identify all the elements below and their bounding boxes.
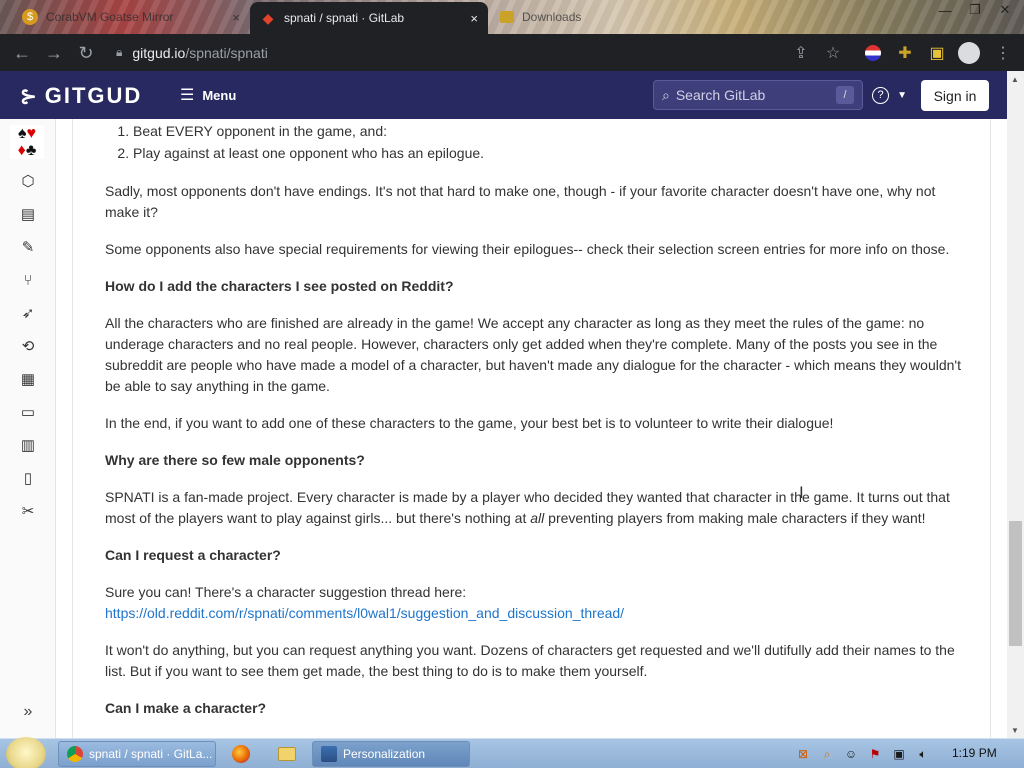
gitlab-icon: ◆ xyxy=(262,9,274,26)
chevron-down-icon: ▼ xyxy=(897,90,908,101)
monitor-icon[interactable]: ▭ xyxy=(17,401,39,423)
wiki-book-icon[interactable]: ▯ xyxy=(17,467,39,489)
task-label: Personalization xyxy=(343,747,426,761)
tab-label: spnati / spnati · GitLab xyxy=(284,11,405,25)
logo-mark-icon: ⊱ xyxy=(20,85,39,108)
ci-cd-rocket-icon[interactable]: ➶ xyxy=(17,302,39,324)
task-personalization[interactable]: Personalization xyxy=(312,741,470,767)
url-host: gitgud.io xyxy=(132,44,186,61)
gitlab-header: ⊱ GITGUD ☰ Menu ⌕ Search GitLab / ? ▼ Si… xyxy=(0,71,1007,119)
url-path: /spnati/spnati xyxy=(185,44,268,61)
scroll-thumb[interactable] xyxy=(1009,521,1022,646)
address-bar[interactable]: 🔒︎ gitgud.io/spnati/spnati xyxy=(106,38,856,67)
profile-avatar-icon[interactable] xyxy=(954,38,984,67)
restore-icon[interactable]: ❐ xyxy=(960,0,990,20)
list-item: Beat EVERY opponent in the game, and: xyxy=(133,121,484,142)
reload-icon[interactable]: ↻ xyxy=(70,37,102,69)
sign-in-button[interactable]: Sign in xyxy=(921,80,989,111)
snippets-scissors-icon[interactable]: ✂ xyxy=(17,500,39,522)
search-placeholder: Search GitLab xyxy=(675,87,766,103)
menu-button[interactable]: ☰ Menu xyxy=(180,85,236,105)
merge-requests-icon[interactable]: ⑂ xyxy=(17,269,39,291)
start-button[interactable] xyxy=(6,737,46,768)
coin-icon: $ xyxy=(22,9,38,25)
tray-emoji-icon[interactable]: ☺ xyxy=(842,745,860,763)
windows-taskbar: spnati / spnati · GitLa... Personalizati… xyxy=(0,737,1024,768)
volume-icon[interactable]: 🔈︎ xyxy=(914,745,932,763)
hamburger-icon: ☰ xyxy=(180,87,195,104)
share-icon[interactable]: ⇪ xyxy=(786,38,816,67)
requirements-list: Beat EVERY opponent in the game, and: Pl… xyxy=(119,121,484,165)
text-cursor-icon: Ⅰ xyxy=(799,483,804,502)
packages-icon[interactable]: ▦ xyxy=(17,368,39,390)
paragraph: Sure you can! There's a character sugges… xyxy=(105,582,965,624)
taskbar-clock[interactable]: 1:19 PM xyxy=(952,746,997,760)
project-sidebar: ♠♥ ♦♣ ⬡ ▤ ✎ ⑂ ➶ ⟲ ▦ ▭ ▥ ▯ ✂ » xyxy=(0,119,56,738)
tab-gitlab-active[interactable]: ◆ spnati / spnati · GitLab × xyxy=(250,2,488,34)
paragraph: All the characters who are finished are … xyxy=(105,315,961,394)
help-dropdown[interactable]: ? ▼ xyxy=(872,85,907,104)
task-chrome[interactable]: spnati / spnati · GitLa... xyxy=(58,741,216,767)
bookmark-star-icon[interactable]: ☆ xyxy=(818,38,848,67)
paragraph: Sadly, most opponents don't have endings… xyxy=(105,183,936,220)
extension-flag-icon[interactable] xyxy=(858,38,888,67)
repository-icon[interactable]: ▤ xyxy=(17,203,39,225)
close-tab-icon[interactable]: × xyxy=(470,11,478,26)
issues-icon[interactable]: ✎ xyxy=(17,236,39,258)
network-icon[interactable]: ▣ xyxy=(890,745,908,763)
browser-tab-strip: $ CorabVM Goatse Mirror × ◆ spnati / spn… xyxy=(0,0,1024,34)
paragraph: Some opponents also have special require… xyxy=(105,241,950,257)
tab-downloads[interactable]: Downloads xyxy=(490,2,610,32)
more-menu-icon[interactable]: ⋮ xyxy=(988,38,1018,67)
search-icon: ⌕ xyxy=(662,86,670,103)
action-center-flag-icon[interactable]: ⚑ xyxy=(866,745,884,763)
tray-app-icon[interactable]: ⊠ xyxy=(794,745,812,763)
help-icon: ? xyxy=(872,86,889,104)
lock-icon: 🔒︎ xyxy=(116,45,123,59)
tray-search-icon[interactable]: ⌕ xyxy=(818,745,836,763)
menu-label: Menu xyxy=(202,87,237,103)
browser-toolbar: ← → ↻ 🔒︎ gitgud.io/spnati/spnati ⇪ ☆ ✚ ▣… xyxy=(0,34,1024,71)
expand-sidebar-icon[interactable]: » xyxy=(17,703,39,721)
suggestion-thread-link[interactable]: https://old.reddit.com/r/spnati/comments… xyxy=(105,605,624,621)
paragraph: It won't do anything, but you can reques… xyxy=(105,642,955,679)
text-run: Sure you can! There's a character sugges… xyxy=(105,584,467,600)
project-overview-icon[interactable]: ⬡ xyxy=(17,170,39,192)
tab-corabvm[interactable]: $ CorabVM Goatse Mirror × xyxy=(12,2,250,32)
faq-heading: Why are there so few male opponents? xyxy=(105,452,365,468)
project-avatar[interactable]: ♠♥ ♦♣ xyxy=(10,125,44,159)
text-run: preventing players from making male char… xyxy=(544,510,926,526)
file-explorer-icon[interactable] xyxy=(272,742,302,766)
close-tab-icon[interactable]: × xyxy=(232,10,240,25)
firefox-icon[interactable] xyxy=(226,742,256,766)
search-input[interactable]: ⌕ Search GitLab / xyxy=(653,80,863,110)
paragraph: SPNATI is a fan-made project. Every char… xyxy=(105,487,965,529)
forward-icon[interactable]: → xyxy=(38,37,70,69)
faq-heading: Can I request a character? xyxy=(105,547,281,563)
paragraph: In the end, if you want to add one of th… xyxy=(105,415,834,431)
back-icon[interactable]: ← xyxy=(6,37,38,69)
scroll-up-icon[interactable]: ▲ xyxy=(1011,75,1019,84)
close-window-icon[interactable]: ✕ xyxy=(990,0,1020,20)
tab-label: CorabVM Goatse Mirror xyxy=(46,10,174,24)
scroll-down-icon[interactable]: ▼ xyxy=(1011,726,1019,735)
analytics-icon[interactable]: ▥ xyxy=(17,434,39,456)
logo-text: GITGUD xyxy=(44,83,143,108)
personalization-icon xyxy=(321,746,337,762)
minimize-icon[interactable]: — xyxy=(930,0,960,20)
page-scrollbar[interactable]: ▲ ▼ xyxy=(1007,71,1024,738)
task-label: spnati / spnati · GitLa... xyxy=(89,747,213,761)
deployments-icon[interactable]: ⟲ xyxy=(17,335,39,357)
chrome-icon xyxy=(67,746,83,762)
sidebar-panel-icon[interactable]: ▣ xyxy=(922,38,952,67)
faq-heading: Can I make a character? xyxy=(105,700,267,716)
extensions-puzzle-icon[interactable]: ✚ xyxy=(890,38,920,67)
folder-icon xyxy=(500,11,514,23)
tab-label: Downloads xyxy=(522,10,582,24)
search-shortcut-badge: / xyxy=(836,86,854,104)
gitgud-logo[interactable]: ⊱ GITGUD xyxy=(20,83,142,109)
faq-heading: How do I add the characters I see posted… xyxy=(105,278,454,294)
list-item: Play against at least one opponent who h… xyxy=(133,143,484,164)
emphasis: all xyxy=(530,510,545,526)
